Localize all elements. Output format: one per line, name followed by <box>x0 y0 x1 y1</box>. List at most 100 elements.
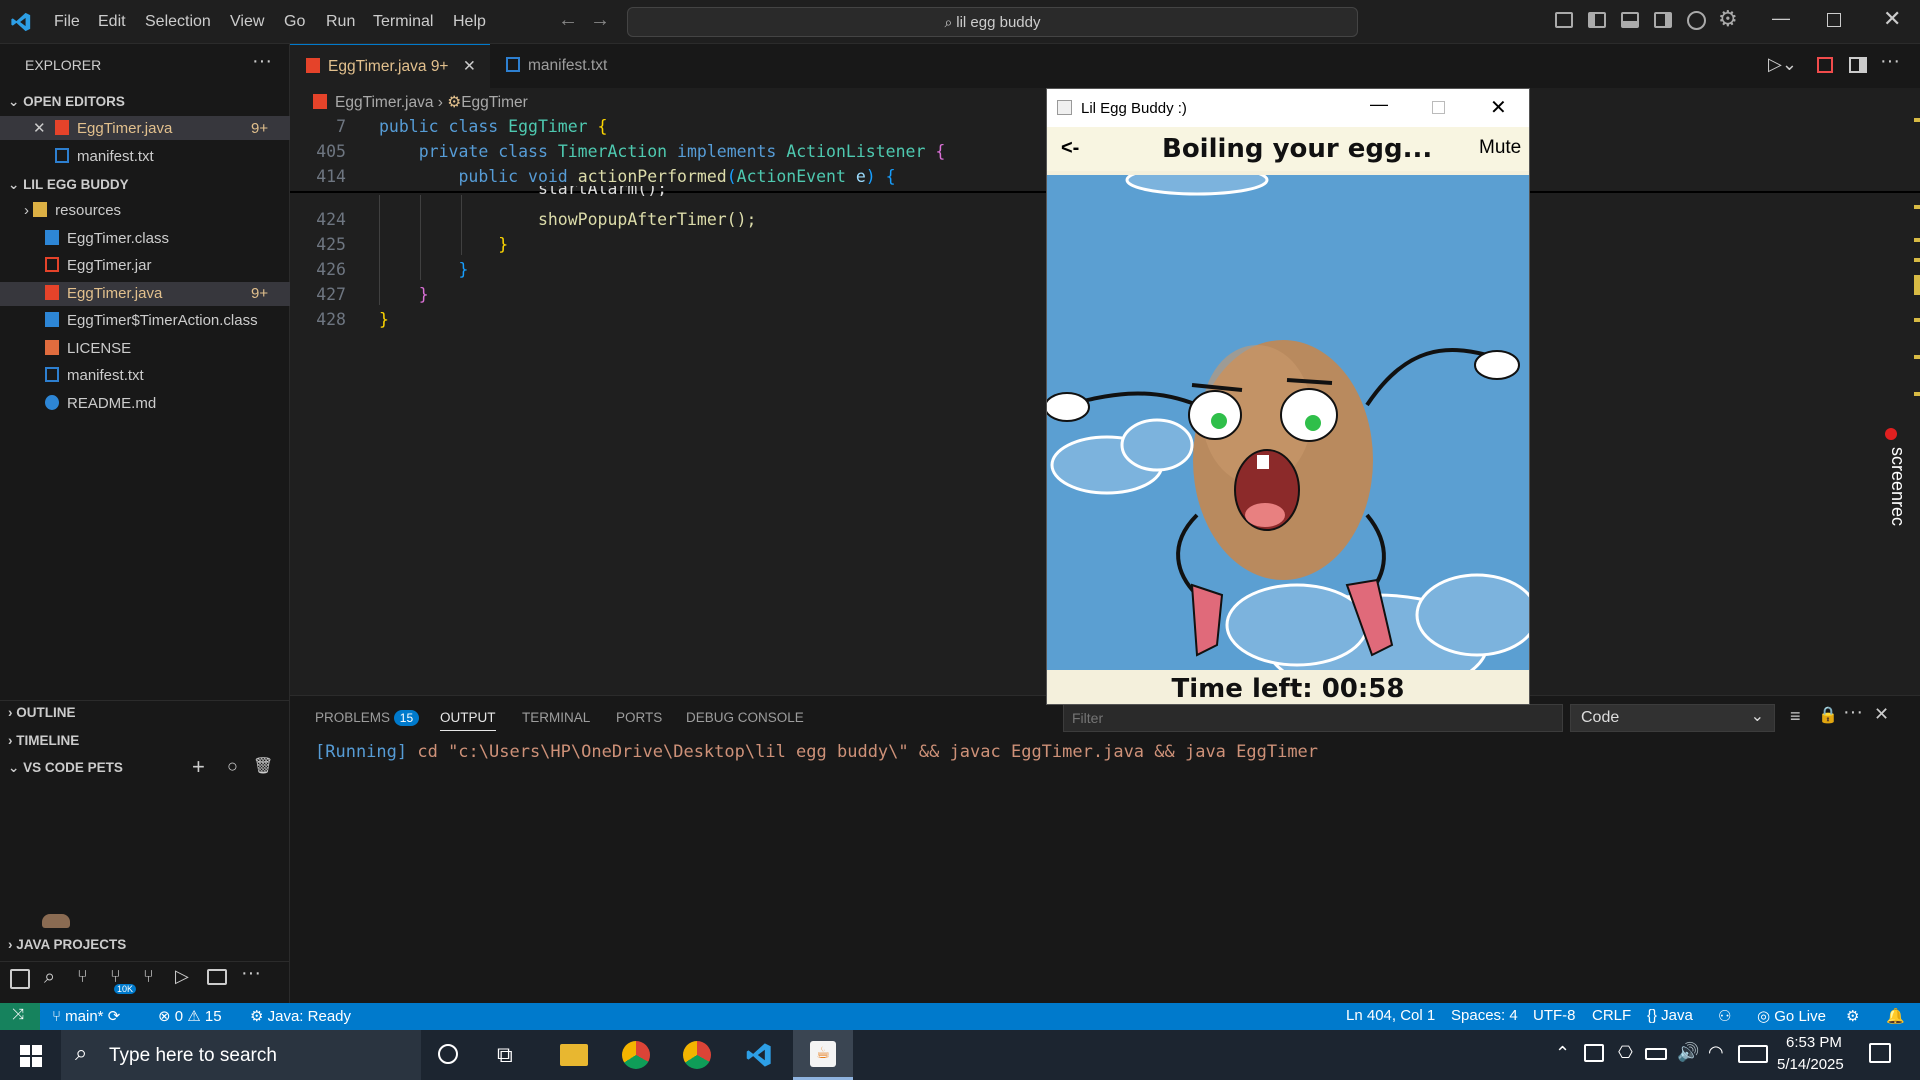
file-eggtimer-class[interactable]: EggTimer.class <box>45 230 169 247</box>
file-eggtimer-java[interactable]: EggTimer.java <box>45 285 162 302</box>
tab-debug-console[interactable]: DEBUG CONSOLE <box>686 710 804 725</box>
clear-output-icon[interactable]: ≡ <box>1790 706 1801 727</box>
tab-output[interactable]: OUTPUT <box>440 710 496 731</box>
screenrec-tab[interactable]: screenrec <box>1872 447 1912 537</box>
tray-app-icon[interactable] <box>1584 1044 1604 1062</box>
notification-center-icon[interactable] <box>1869 1043 1891 1063</box>
branch-indicator[interactable]: ⑂ main* ⟳ <box>52 1007 120 1025</box>
file-manifest[interactable]: manifest.txt <box>45 367 144 384</box>
cortana-icon[interactable] <box>438 1044 458 1064</box>
tray-chevron-up-icon[interactable]: ⌃ <box>1555 1043 1570 1064</box>
menu-view[interactable]: View <box>230 13 264 31</box>
tab-manifest[interactable]: manifest.txt <box>490 44 648 88</box>
task-view-icon[interactable]: ⧉ <box>497 1042 513 1068</box>
menu-terminal[interactable]: Terminal <box>373 13 433 31</box>
settings-gear-icon[interactable]: ⚙ <box>1718 6 1738 32</box>
command-center-search[interactable]: ⌕ lil egg buddy <box>627 7 1358 37</box>
file-explorer-icon[interactable] <box>560 1044 588 1066</box>
language-mode[interactable]: {} Java <box>1647 1007 1693 1024</box>
breadcrumb-class[interactable]: EggTimer <box>461 94 528 111</box>
chrome-profile-icon[interactable] <box>683 1041 711 1069</box>
tab-eggtimer-java[interactable]: EggTimer.java 9+ ✕ <box>290 44 490 88</box>
git-graph-icon[interactable]: ⑂ <box>143 966 154 987</box>
close-icon[interactable]: ✕ <box>1490 95 1507 120</box>
tab-terminal[interactable]: TERMINAL <box>522 710 590 725</box>
copilot-icon[interactable]: ⚇ <box>1718 1007 1731 1025</box>
panel-more-icon[interactable]: ··· <box>1843 701 1863 724</box>
clock-time[interactable]: 6:53 PM <box>1786 1034 1842 1051</box>
file-license[interactable]: LICENSE <box>45 340 131 357</box>
close-editor-icon[interactable]: ✕ <box>33 119 46 137</box>
open-editors-header[interactable]: ⌄ OPEN EDITORS <box>8 94 125 110</box>
output-filter-input[interactable] <box>1063 704 1563 732</box>
clock-date[interactable]: 5/14/2025 <box>1777 1056 1844 1073</box>
open-editor-item-eggtimer-java[interactable]: EggTimer.java <box>55 120 172 137</box>
search-view-icon[interactable]: ⌕ <box>44 966 55 989</box>
code-line[interactable]: } <box>379 260 468 279</box>
code-line[interactable]: public void actionPerformed(ActionEvent … <box>379 167 895 186</box>
split-editor-icon[interactable] <box>1849 57 1867 73</box>
pet-ball-icon[interactable]: ○ <box>227 756 238 777</box>
indentation[interactable]: Spaces: 4 <box>1451 1007 1518 1024</box>
more-views-icon[interactable]: ··· <box>241 962 261 985</box>
add-pet-icon[interactable]: + <box>192 754 205 780</box>
java-status[interactable]: ⚙ Java: Ready <box>250 1007 351 1025</box>
problems-indicator[interactable]: ⊗ 0 ⚠ 15 <box>158 1007 222 1025</box>
stop-icon[interactable] <box>1817 57 1833 73</box>
folder-resources[interactable]: › resources <box>24 202 121 219</box>
back-button[interactable]: <- <box>1061 137 1079 160</box>
maximize-window-icon[interactable] <box>1827 13 1841 27</box>
code-line[interactable]: private class TimerAction implements Act… <box>379 142 946 161</box>
minimize-window-icon[interactable]: — <box>1772 8 1790 29</box>
menu-go[interactable]: Go <box>284 13 305 31</box>
explorer-view-icon[interactable] <box>10 969 30 989</box>
code-line[interactable]: } <box>379 310 389 329</box>
pet-cat-icon[interactable] <box>42 914 70 928</box>
menu-edit[interactable]: Edit <box>98 13 126 31</box>
remote-explorer-icon[interactable] <box>207 969 227 985</box>
source-control-icon[interactable]: ⑂ <box>77 966 88 987</box>
remote-indicator[interactable]: ⤨ <box>0 1003 40 1030</box>
trash-icon[interactable]: 🗑 <box>253 756 273 776</box>
back-arrow-icon[interactable]: ← <box>558 9 578 32</box>
maximize-icon[interactable] <box>1432 101 1445 114</box>
go-live-button[interactable]: ◎ Go Live <box>1757 1007 1826 1025</box>
menu-file[interactable]: File <box>54 13 80 31</box>
encoding[interactable]: UTF-8 <box>1533 1007 1576 1024</box>
wifi-icon[interactable]: ◠ <box>1708 1042 1724 1063</box>
timeline-header[interactable]: › TIMELINE <box>8 733 79 748</box>
mute-button[interactable]: Mute <box>1479 137 1521 159</box>
menu-selection[interactable]: Selection <box>145 13 211 31</box>
menu-help[interactable]: Help <box>453 13 486 31</box>
minimize-icon[interactable]: — <box>1370 94 1388 115</box>
file-eggtimer-jar[interactable]: EggTimer.jar <box>45 257 151 274</box>
run-icon[interactable]: ▷⌄ <box>1768 54 1797 75</box>
code-line[interactable]: } <box>379 235 508 254</box>
windows-start-icon[interactable] <box>20 1045 42 1067</box>
close-panel-icon[interactable]: ✕ <box>1874 704 1889 725</box>
code-line[interactable]: } <box>379 285 429 304</box>
explorer-more-icon[interactable]: ··· <box>252 50 272 73</box>
chrome-icon[interactable] <box>622 1041 650 1069</box>
close-tab-icon[interactable]: ✕ <box>463 58 476 75</box>
close-window-icon[interactable]: ✕ <box>1883 6 1901 32</box>
editor-more-icon[interactable]: ··· <box>1880 50 1900 73</box>
toggle-panel-icon[interactable] <box>1621 12 1639 28</box>
keyboard-icon[interactable] <box>1738 1045 1768 1063</box>
output-channel-select[interactable]: Code ⌄ <box>1570 704 1775 732</box>
file-timeraction-class[interactable]: EggTimer$TimerAction.class <box>45 312 258 329</box>
battery-icon[interactable] <box>1645 1048 1667 1060</box>
cursor-position[interactable]: Ln 404, Col 1 <box>1346 1007 1435 1024</box>
java-projects-header[interactable]: › JAVA PROJECTS <box>8 937 126 952</box>
feedback-icon[interactable]: ⚙ <box>1846 1007 1859 1025</box>
toggle-secondary-sidebar-icon[interactable] <box>1654 12 1672 28</box>
open-editor-item-manifest[interactable]: manifest.txt <box>55 148 154 165</box>
forward-arrow-icon[interactable]: → <box>590 9 610 32</box>
line-ending[interactable]: CRLF <box>1592 1007 1631 1024</box>
code-line[interactable]: showPopupAfterTimer(); <box>379 210 757 229</box>
tab-problems[interactable]: PROBLEMS 15 <box>315 710 420 726</box>
toggle-sidebar-icon[interactable] <box>1588 12 1606 28</box>
vscode-pets-header[interactable]: ⌄ VS CODE PETS <box>8 760 123 776</box>
volume-icon[interactable]: 🔊 <box>1677 1042 1699 1063</box>
account-icon[interactable] <box>1687 11 1706 30</box>
